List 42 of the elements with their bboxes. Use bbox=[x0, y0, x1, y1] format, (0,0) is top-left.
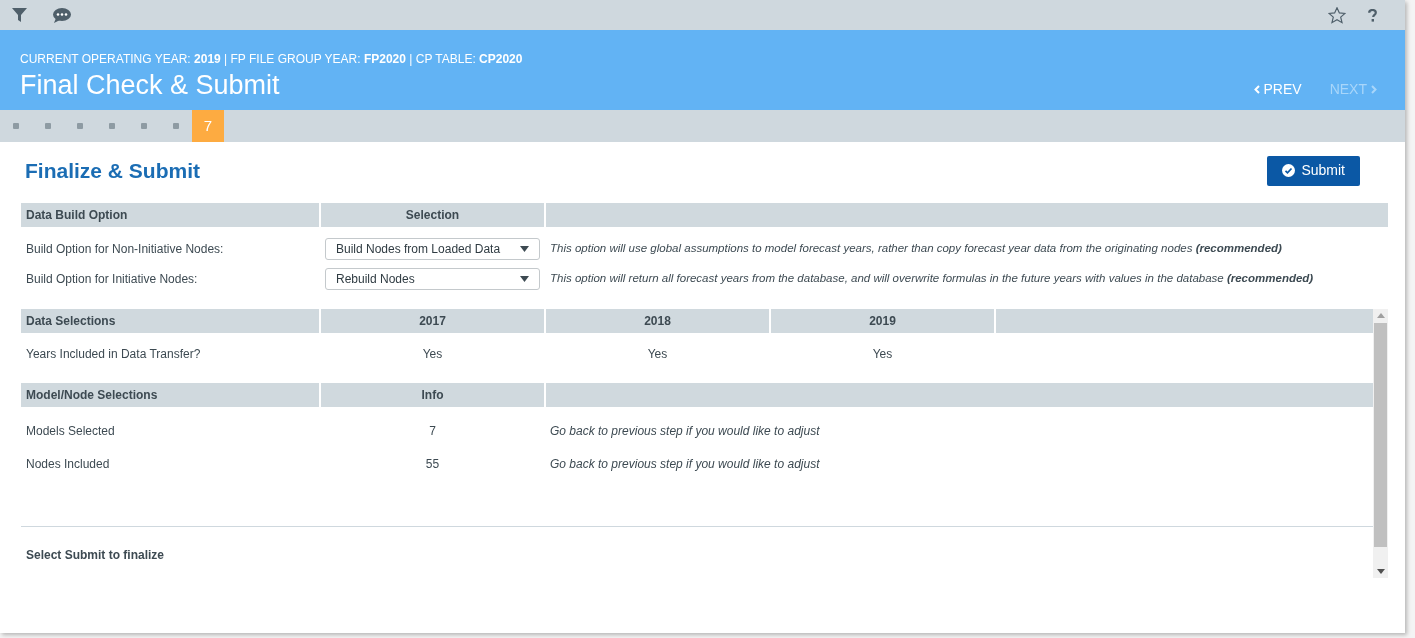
table-note: Go back to previous step if you would like to adjust bbox=[549, 422, 821, 440]
footer-instruction: Select Submit to finalize bbox=[26, 547, 165, 562]
caret-down-icon bbox=[520, 275, 529, 282]
submit-button[interactable]: Submit bbox=[1267, 155, 1360, 186]
row-label: Build Option for Initiative Nodes: bbox=[25, 270, 199, 288]
row-label: Nodes Included bbox=[25, 455, 111, 473]
column-header: 2017 bbox=[321, 308, 544, 333]
caret-down-icon bbox=[520, 245, 529, 252]
column-header: Data Build Option bbox=[21, 202, 319, 227]
scroll-up-icon[interactable] bbox=[1376, 312, 1385, 318]
page-title: Final Check & Submit bbox=[20, 69, 281, 102]
row-label: Years Included in Data Transfer? bbox=[25, 345, 202, 363]
column-header: 2019 bbox=[771, 308, 994, 333]
column-header: Data Selections bbox=[21, 308, 319, 333]
scrollbar-thumb[interactable] bbox=[1374, 322, 1387, 547]
chevron-left-icon bbox=[1253, 85, 1260, 94]
chevron-right-icon bbox=[1371, 85, 1377, 94]
column-header: Info bbox=[321, 382, 544, 407]
scrollbar[interactable] bbox=[1373, 308, 1388, 578]
column-header: Model/Node Selections bbox=[21, 382, 319, 407]
chat-icon[interactable] bbox=[53, 7, 71, 23]
table-cell-text: 7 bbox=[428, 422, 437, 440]
dropdown[interactable]: Build Nodes from Loaded Data bbox=[325, 237, 540, 260]
table-cell-text: Yes bbox=[871, 345, 894, 363]
row-label: Build Option for Non-Initiative Nodes: bbox=[25, 240, 225, 258]
column-header: 2018 bbox=[546, 308, 769, 333]
table-cell-text: Yes bbox=[421, 345, 444, 363]
help-icon[interactable] bbox=[1368, 8, 1377, 22]
option-note: This option will use global assumptions to model forecast years, rather than copy forecast year data from the originating nodes (recommended) bbox=[549, 240, 1283, 256]
row-label: Models Selected bbox=[25, 422, 116, 440]
column-header: Selection bbox=[321, 202, 544, 227]
section-title: Finalize & Submit bbox=[25, 158, 201, 184]
scroll-down-icon[interactable] bbox=[1376, 568, 1385, 574]
check-circle-icon bbox=[1282, 164, 1296, 178]
option-note: This option will return all forecast years from the database, and will overwrite formulas in the future years with values in the database (recommended) bbox=[549, 270, 1315, 286]
table-note: Go back to previous step if you would like to adjust bbox=[549, 455, 821, 473]
table-cell-text: Yes bbox=[646, 345, 669, 363]
star-icon[interactable] bbox=[1328, 6, 1346, 24]
context-line: CURRENT OPERATING YEAR: 2019 | FP FILE GROUP YEAR: FP2020 | CP TABLE: CP2020 bbox=[20, 51, 524, 68]
table-cell-text: 55 bbox=[424, 455, 441, 473]
dropdown[interactable]: Rebuild Nodes bbox=[325, 267, 540, 290]
filter-icon[interactable] bbox=[12, 8, 27, 22]
